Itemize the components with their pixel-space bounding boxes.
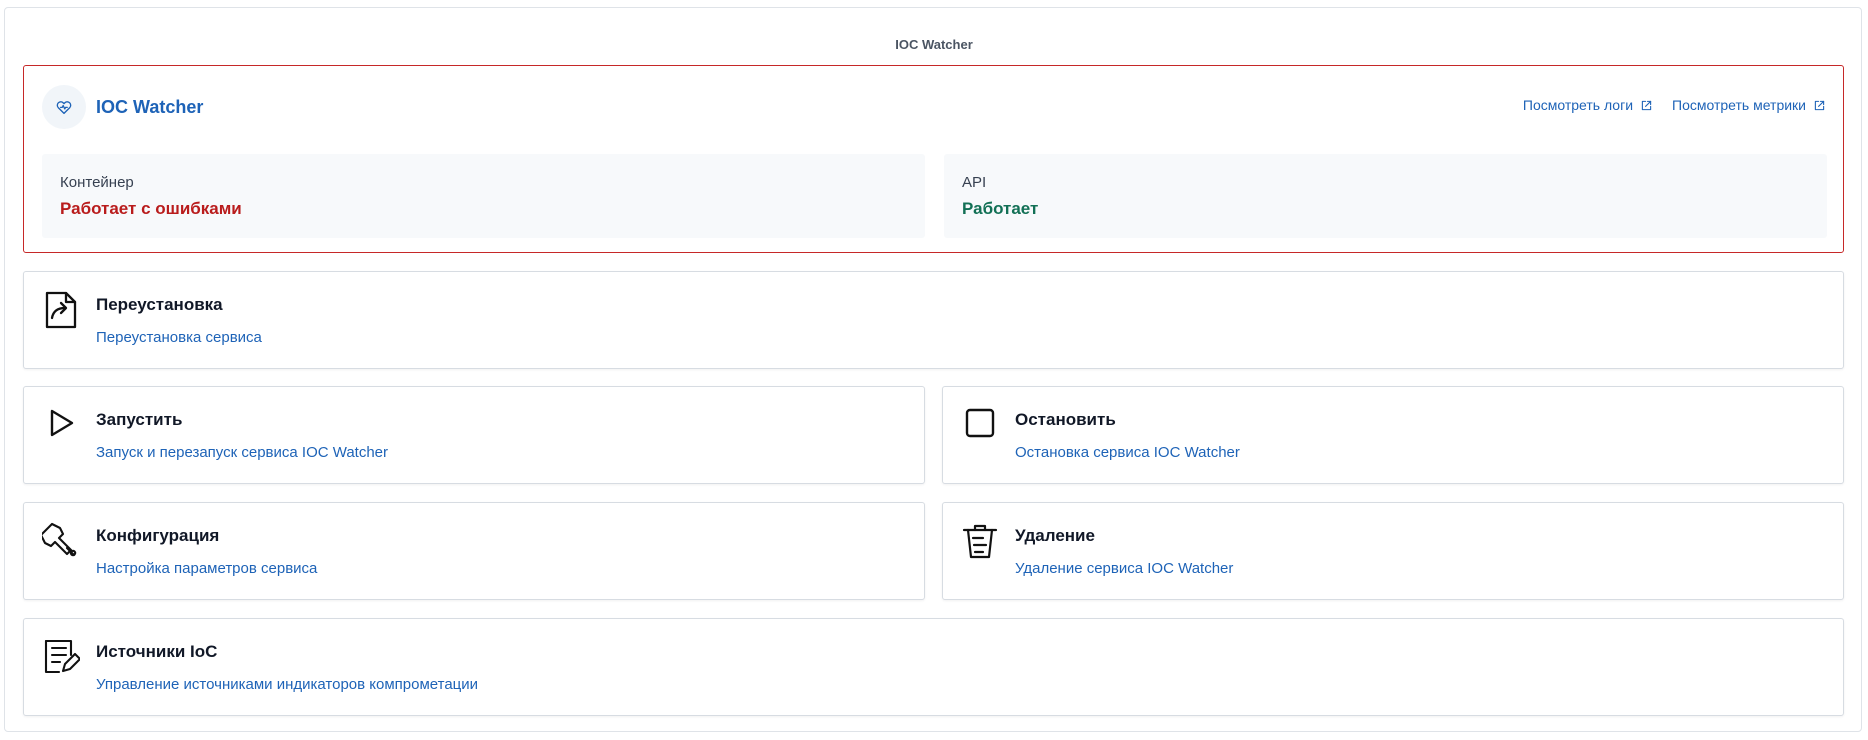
container-status-panel: Контейнер Работает с ошибками xyxy=(42,154,925,238)
service-status-card: IOC Watcher Посмотреть логи Посмотреть м… xyxy=(23,65,1844,253)
reinstall-action-card[interactable]: Переустановка Переустановка сервиса xyxy=(23,271,1844,369)
view-metrics-link[interactable]: Посмотреть метрики xyxy=(1672,97,1825,113)
start-description: Запуск и перезапуск сервиса IOC Watcher xyxy=(96,444,389,461)
reinstall-title: Переустановка xyxy=(96,295,223,314)
service-name: IOC Watcher xyxy=(96,96,204,117)
external-link-icon xyxy=(1641,100,1652,110)
api-status-panel: API Работает xyxy=(944,154,1827,238)
header-links: Посмотреть логи Посмотреть метрики xyxy=(1523,97,1825,113)
view-logs-link[interactable]: Посмотреть логи xyxy=(1523,97,1652,113)
configuration-description: Настройка параметров сервиса xyxy=(96,560,318,577)
container-status-value: Работает с ошибками xyxy=(60,199,242,218)
reinstall-file-icon xyxy=(42,291,80,329)
view-metrics-label: Посмотреть метрики xyxy=(1672,97,1806,113)
service-header: IOC Watcher xyxy=(42,85,203,129)
start-action-card[interactable]: Запустить Запуск и перезапуск сервиса IO… xyxy=(23,386,925,484)
configuration-action-card[interactable]: Конфигурация Настройка параметров сервис… xyxy=(23,502,925,600)
stop-description: Остановка сервиса IOC Watcher xyxy=(1015,444,1240,461)
api-status-value: Работает xyxy=(962,199,1039,218)
view-logs-label: Посмотреть логи xyxy=(1522,97,1634,113)
heart-pulse-icon xyxy=(42,85,86,129)
ioc-sources-title: Источники IoC xyxy=(96,642,218,661)
reinstall-description: Переустановка сервиса xyxy=(96,329,262,346)
stop-action-card[interactable]: Остановить Остановка сервиса IOC Watcher xyxy=(942,386,1844,484)
delete-title: Удаление xyxy=(1015,526,1095,545)
play-icon xyxy=(42,406,80,444)
ioc-sources-action-card[interactable]: Источники IoC Управление источниками инд… xyxy=(23,618,1844,716)
trash-icon xyxy=(961,522,999,560)
page-title: IOC Watcher xyxy=(895,37,973,52)
configuration-title: Конфигурация xyxy=(96,526,220,545)
stop-title: Остановить xyxy=(1015,410,1116,429)
wrench-icon xyxy=(42,522,80,560)
delete-action-card[interactable]: Удаление Удаление сервиса IOC Watcher xyxy=(942,502,1844,600)
start-title: Запустить xyxy=(96,410,183,429)
delete-description: Удаление сервиса IOC Watcher xyxy=(1015,560,1234,577)
container-status-label: Контейнер xyxy=(60,174,134,191)
ioc-sources-description: Управление источниками индикаторов компр… xyxy=(96,676,479,693)
api-status-label: API xyxy=(962,174,987,191)
stop-icon xyxy=(961,406,999,444)
list-edit-icon xyxy=(42,638,80,676)
external-link-icon xyxy=(1814,100,1825,110)
service-page: IOC Watcher IOC Watcher Посмотреть логи … xyxy=(4,7,1862,732)
